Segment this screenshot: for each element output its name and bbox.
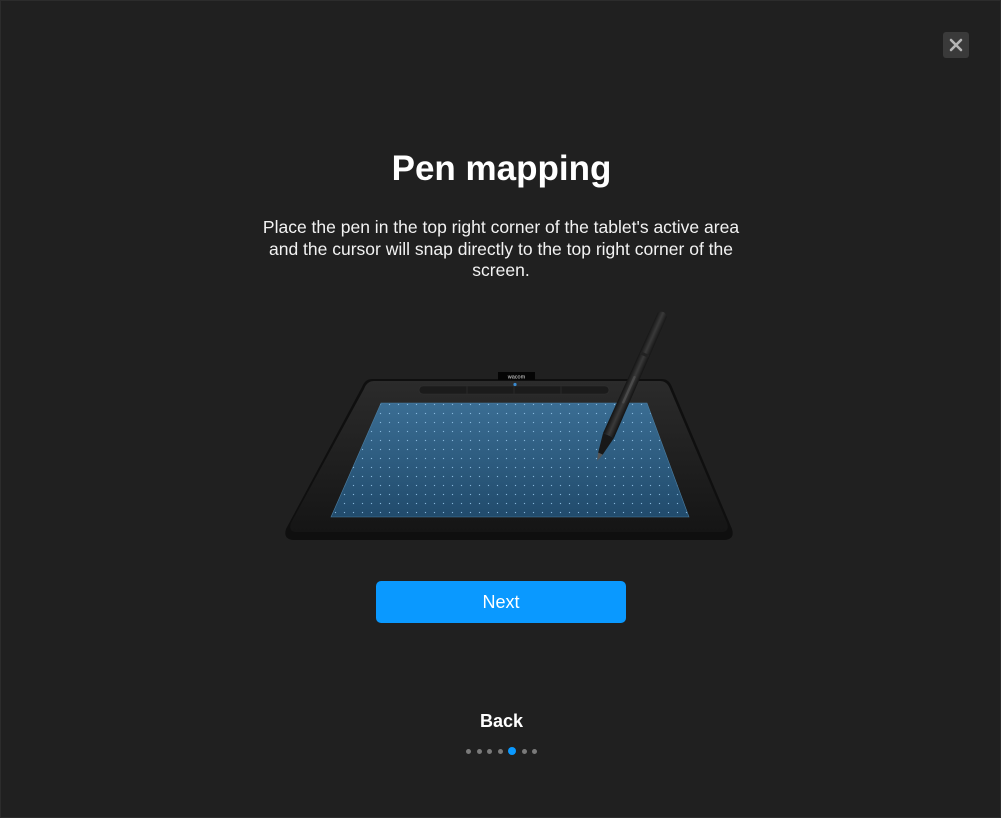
tablet-pen-illustration: wacom xyxy=(285,311,733,540)
pen-mapping-dialog: Pen mapping Place the pen in the top rig… xyxy=(0,0,1001,818)
page-title: Pen mapping xyxy=(391,149,612,188)
step-indicator xyxy=(1,747,1001,755)
next-button[interactable]: Next xyxy=(376,581,626,623)
step-dot-4 xyxy=(497,748,503,754)
status-led xyxy=(513,382,517,387)
step-dot-6 xyxy=(521,748,527,754)
back-button[interactable]: Back xyxy=(1,709,1001,733)
step-dot-2 xyxy=(476,748,482,754)
brand-label: wacom xyxy=(507,375,526,381)
step-dot-5-active xyxy=(508,747,516,755)
step-dot-1 xyxy=(466,748,471,754)
step-dot-3 xyxy=(487,748,492,754)
close-button[interactable] xyxy=(943,32,969,58)
close-icon xyxy=(949,38,963,52)
instruction-text: Place the pen in the top right corner of… xyxy=(262,217,740,280)
step-dot-7 xyxy=(532,748,537,754)
